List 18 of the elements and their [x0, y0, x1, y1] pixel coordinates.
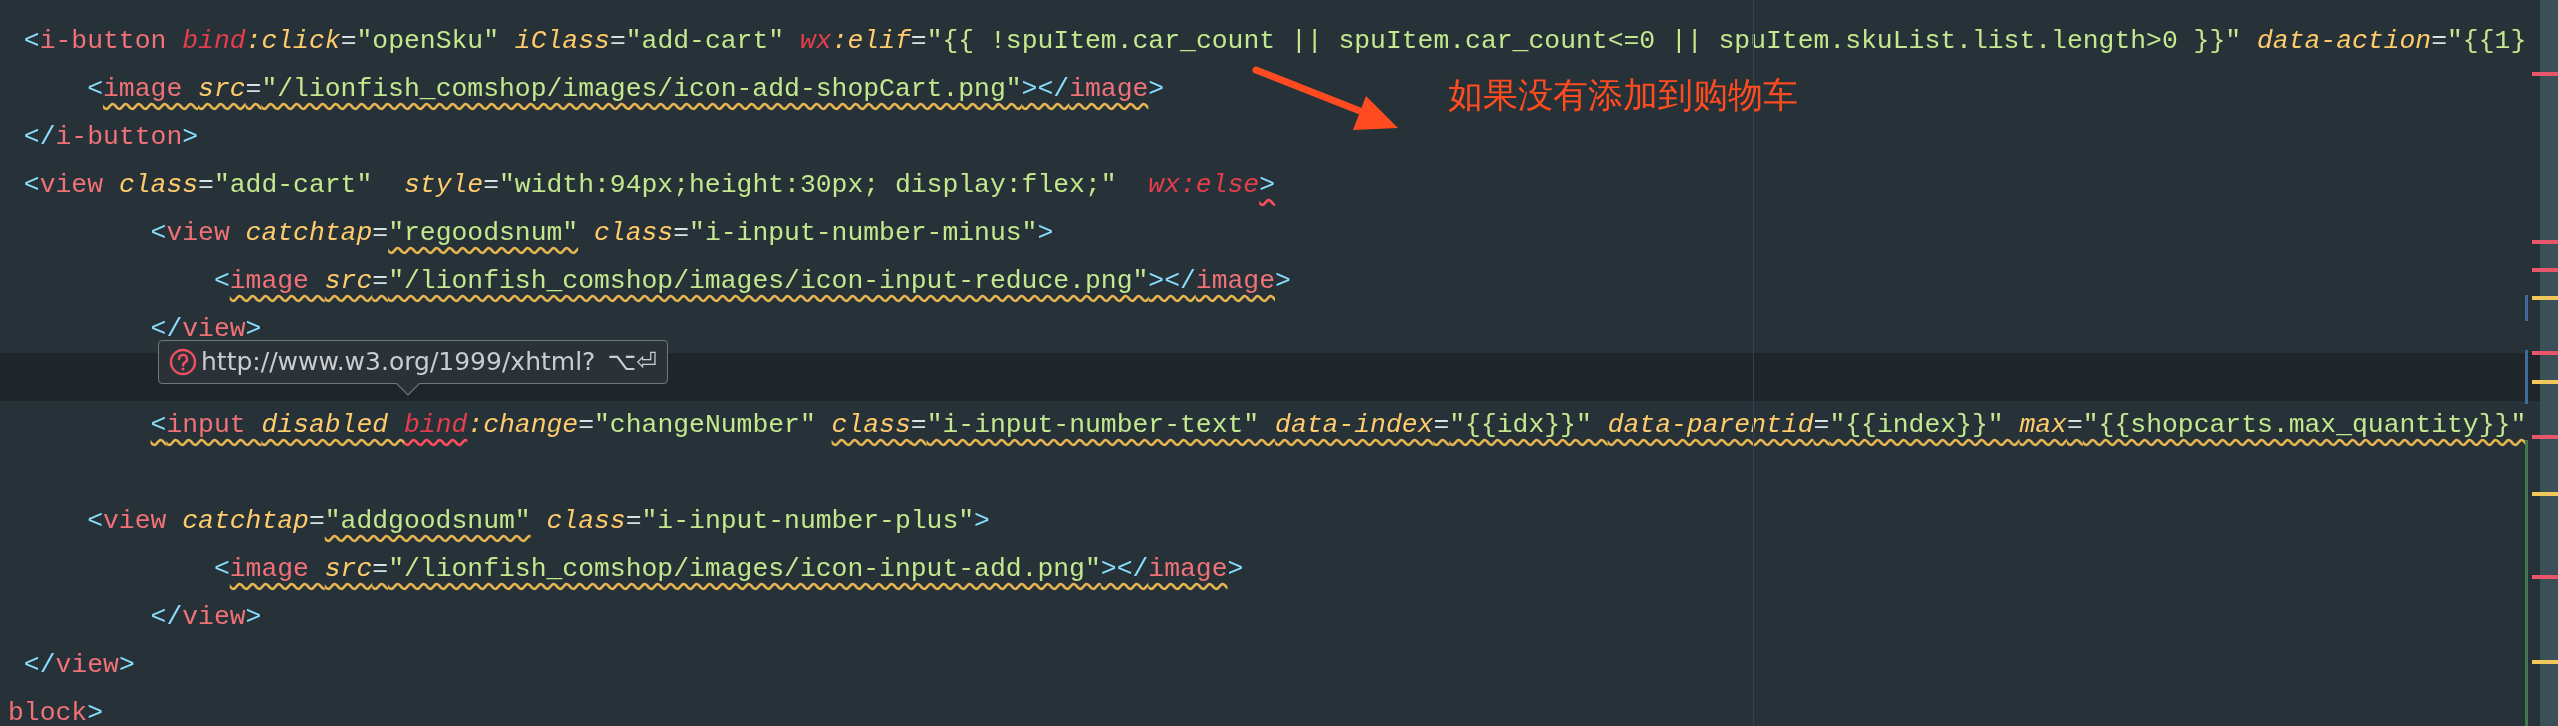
- shortcut-hint: ⌥⏎: [607, 346, 658, 379]
- code-line: <input disabled bind:change="changeNumber" class="i-input-number-text" data-index="{{idx}}" data-parentid="{{index}}" max="{{shopcarts.max_quantity}}": [150, 409, 2527, 442]
- code-line: </view>: [150, 601, 262, 634]
- code-line: <image src="/lionfish_comshop/images/icon-input-add.png"></image>: [213, 553, 1244, 586]
- code-line: </i-button>: [23, 121, 199, 154]
- code-line: <view class="add-cart" style="width:94px;height:30px; display:flex;" wx:else>: [23, 169, 1275, 202]
- code-line: </view>: [150, 313, 262, 346]
- code-line: <image src="/lionfish_comshop/images/icon-add-shopCart.png"></image>: [87, 73, 1165, 106]
- code-line: <view catchtap="addgoodsnum" class="i-input-number-plus">: [87, 505, 990, 538]
- scrollbar-drawing[interactable]: [2525, 0, 2558, 726]
- code-line: <image src="/lionfish_comshop/images/icon-input-reduce.png"></image>: [213, 265, 1291, 298]
- code-line: <i-button bind:click="openSku" iClass="add-cart" wx:elif="{{ !spuItem.car_count || spuItem.car_count<=0 || spuItem.skuList.list.length>0 }}" data-action="{{1}: [23, 25, 2527, 58]
- code-line: <view catchtap="regoodsnum" class="i-input-number-minus">: [150, 217, 1054, 250]
- help-icon: [169, 348, 197, 376]
- code-line: </view>: [23, 649, 135, 682]
- code-line: block>: [8, 697, 104, 726]
- tooltip-text: http://www.w3.org/1999/xhtml?: [201, 346, 596, 379]
- annotation-text: 如果没有添加到购物车: [1448, 74, 1798, 116]
